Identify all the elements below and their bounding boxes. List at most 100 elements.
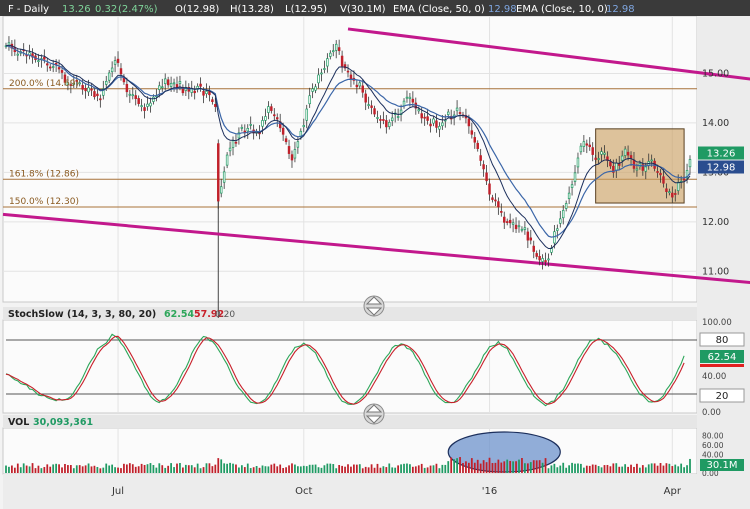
candle-body (54, 62, 58, 65)
stoch-k-tag-text: 62.54 (708, 352, 737, 363)
price-tick-label: 11.00 (702, 266, 729, 277)
volume-bar (208, 463, 211, 473)
volume-bar (202, 467, 205, 473)
candle-body (411, 98, 415, 103)
stoch-20-tag-text: 20 (716, 391, 729, 402)
volume-bar (503, 461, 506, 473)
candle-body (556, 228, 559, 231)
candle-body (225, 154, 229, 166)
volume-bar (529, 462, 532, 473)
volume-bar (84, 465, 87, 473)
candle-body (488, 183, 491, 195)
volume-bar (574, 463, 576, 473)
candle-body (455, 107, 459, 112)
candle-body (396, 116, 400, 118)
volume-bar (87, 463, 90, 473)
candle-body (505, 221, 509, 223)
volume-bar (217, 458, 220, 473)
candle-body (276, 117, 279, 120)
ema50-label: EMA (Close, 50, 0) (393, 4, 485, 15)
volume-bar (391, 467, 394, 473)
volume-bar (323, 465, 326, 473)
volume-bar (164, 467, 167, 473)
candle-body (99, 98, 102, 101)
candle-body (609, 161, 612, 167)
volume-bar (350, 466, 352, 473)
volume-bar (544, 458, 547, 473)
candle-body (517, 225, 521, 228)
candle-body (438, 126, 441, 130)
volume-bar (302, 465, 305, 473)
volume-bar (117, 467, 119, 473)
candle-body (535, 253, 538, 257)
candle-body (131, 94, 135, 97)
volume-bar (429, 465, 432, 473)
candle-body (60, 70, 64, 73)
candle-body (644, 166, 648, 172)
candle-body (656, 171, 659, 173)
volume-bar (43, 467, 46, 473)
candle-body (402, 100, 406, 107)
candle-body (358, 82, 362, 87)
volume-header-bar (3, 415, 697, 428)
volume-bar (22, 463, 25, 473)
candle-body (441, 122, 444, 127)
volume-bar (314, 464, 317, 473)
volume-bar (382, 466, 385, 473)
candle-body (107, 72, 111, 81)
candle-body (163, 78, 167, 84)
candle-body (249, 124, 252, 126)
volume-bar (636, 463, 638, 473)
low-value: L(12.95) (285, 4, 327, 15)
volume-bar (532, 460, 535, 473)
candle-body (110, 67, 114, 73)
volume-bar (627, 466, 629, 473)
candle-body (600, 151, 603, 155)
stoch-panel-resize-handle[interactable] (363, 295, 385, 317)
stoch-80-tag-text: 80 (716, 335, 729, 346)
volume-bar (158, 463, 161, 473)
volume-bar (61, 467, 63, 473)
volume-bar (131, 464, 134, 473)
candle-body (405, 96, 409, 99)
candle-body (211, 99, 214, 102)
volume-bar (659, 463, 662, 473)
volume-bar (199, 468, 202, 473)
volume-bar (258, 467, 261, 473)
candle-body (334, 43, 338, 51)
volume-bar (506, 459, 509, 473)
candle-body (650, 159, 653, 162)
candle-body (264, 116, 267, 121)
volume-bar (618, 466, 621, 473)
volume-tick-label: 80.00 (702, 432, 724, 441)
candle-body (48, 66, 52, 69)
candle-body (293, 149, 297, 159)
volume-bar (571, 462, 573, 473)
candle-body (125, 83, 129, 93)
last-price-tag-text: 13.26 (707, 149, 736, 160)
volume-panel-resize-handle[interactable] (363, 403, 385, 425)
volume-bar (55, 463, 58, 473)
candle-body (119, 68, 123, 75)
volume-bar (417, 465, 420, 473)
volume-bar (46, 464, 49, 473)
volume-bar (497, 459, 500, 473)
volume-bar (240, 465, 243, 473)
volume-bar (491, 463, 494, 473)
candle-body (178, 81, 182, 84)
volume-bar (344, 466, 346, 473)
candle-body (603, 152, 606, 155)
volume-bar (400, 464, 402, 473)
volume-bar (647, 464, 650, 473)
price-tick-label: 15.00 (702, 68, 729, 79)
candle-body (544, 260, 547, 263)
volume-bar (102, 467, 105, 473)
volume-bar (630, 464, 632, 473)
candle-body (273, 114, 276, 117)
candle-body (332, 50, 335, 53)
volume-bar (462, 463, 464, 473)
candle-body (284, 138, 288, 143)
volume-bar (317, 467, 320, 473)
volume-bar (223, 463, 226, 473)
volume-bar (612, 463, 615, 473)
